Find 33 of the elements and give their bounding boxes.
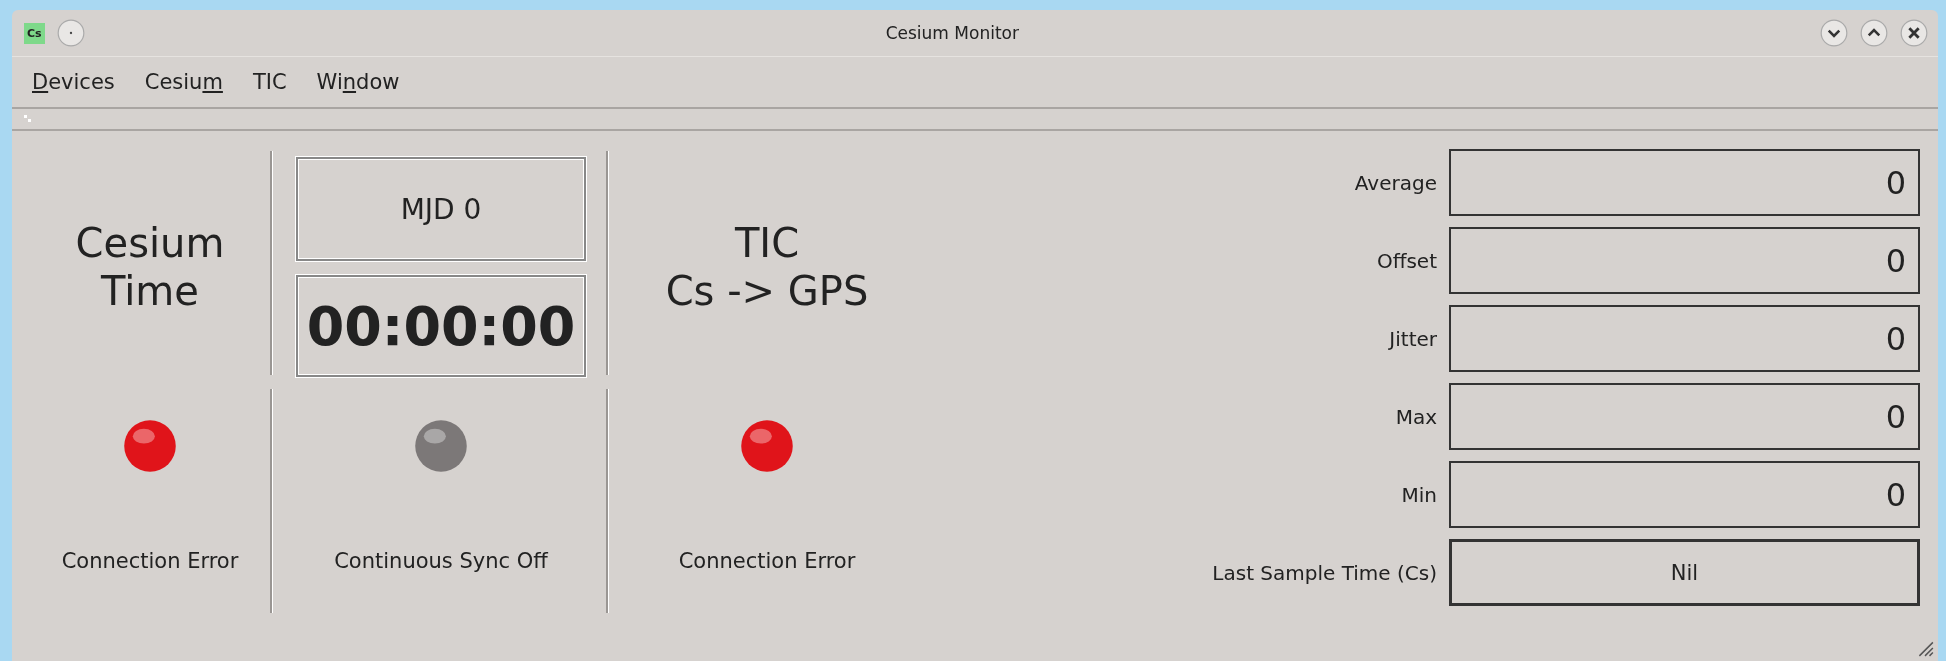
status-label: Connection Error [61, 549, 239, 573]
status-led [414, 419, 468, 473]
minimize-icon[interactable] [1820, 19, 1848, 47]
status-label: Continuous Sync Off [334, 549, 548, 573]
maximize-icon[interactable] [1860, 19, 1888, 47]
stat-value-field: Nil [1449, 539, 1920, 606]
resize-grip-icon[interactable] [1916, 639, 1934, 657]
menu-item[interactable]: Devices [32, 70, 115, 94]
stat-value-field: 0 [1449, 149, 1920, 216]
stat-value-field: 0 [1449, 227, 1920, 294]
stat-label: Max [1394, 404, 1437, 429]
stat-label: Average [1353, 170, 1437, 195]
stat-label: Offset [1375, 248, 1437, 273]
toolbar-grip-icon[interactable] [24, 115, 32, 123]
close-icon[interactable] [1900, 19, 1928, 47]
panel-title: Cesium Time [75, 219, 225, 315]
app-icon: Cs [24, 22, 45, 44]
window-title: Cesium Monitor [884, 23, 1020, 43]
status-led [740, 419, 794, 473]
mjd-display: MJD 0 [296, 157, 586, 261]
panel-title: TIC Cs -> GPS [665, 219, 869, 315]
stat-label: Min [1400, 482, 1437, 507]
status-led [123, 419, 177, 473]
stat-value-field: 0 [1449, 305, 1920, 372]
clock-display: 00:00:00 [296, 275, 586, 377]
menu-item[interactable]: TIC [252, 70, 287, 94]
stat-value-field: 0 [1449, 383, 1920, 450]
menu-item[interactable]: Cesium [144, 70, 223, 94]
status-label: Connection Error [678, 549, 856, 573]
menu-item[interactable]: Window [316, 70, 400, 94]
stat-label: Jitter [1387, 326, 1437, 351]
stat-label: Last Sample Time (Cs) [1211, 560, 1437, 585]
stat-value-field: 0 [1449, 461, 1920, 528]
